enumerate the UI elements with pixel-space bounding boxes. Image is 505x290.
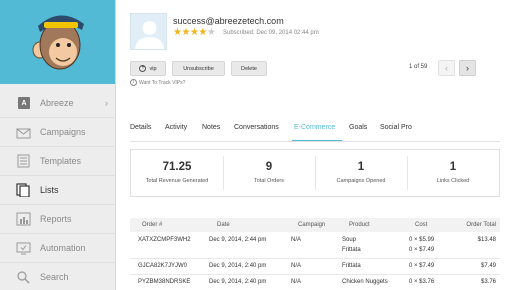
envelope-icon: [16, 128, 31, 139]
order-date: Dec 9, 2014, 2:40 pm: [209, 279, 267, 285]
stat-links-clicked: 1 Links Clicked: [407, 150, 499, 196]
product-cost: 0 × $5.99: [409, 237, 435, 243]
delete-button[interactable]: Delete: [231, 61, 267, 76]
sidebar-item-label: Reports: [40, 214, 72, 224]
star-icon: ★: [181, 27, 190, 38]
subscriber-profile: success@abreezetech.com ★★★★★ Subscribed…: [117, 0, 505, 290]
tab-activity[interactable]: Activity: [165, 124, 187, 131]
vip-label: vip: [149, 65, 157, 72]
sidebar: A Abreeze › Campaigns Templates Lists Re…: [0, 0, 116, 290]
plus-icon: +: [139, 65, 147, 72]
track-vips-label: Want To Track VIPs?: [139, 79, 186, 86]
order-total: $13.48: [477, 237, 496, 243]
order-total: $3.76: [480, 279, 496, 285]
ecommerce-stats: 71.25 Total Revenue Generated 9 Total Or…: [130, 149, 500, 197]
order-campaign: N/A: [291, 263, 302, 269]
stat-label: Total Orders: [254, 178, 284, 184]
monkey-logo-icon: [32, 15, 84, 70]
product-name: Frittata: [342, 263, 361, 269]
chevron-right-icon: ›: [105, 98, 108, 108]
prev-subscriber-button[interactable]: ‹: [438, 60, 455, 76]
sidebar-item-label: Templates: [40, 156, 82, 166]
stat-campaigns-opened: 1 Campaigns Opened: [315, 150, 407, 196]
stat-label: Links Clicked: [436, 178, 470, 184]
unsubscribe-button[interactable]: Unsubscribe: [172, 61, 225, 76]
member-rating: ★★★★★: [173, 27, 216, 38]
template-icon: [17, 154, 30, 168]
product-name: Soup: [342, 237, 357, 243]
stat-revenue: 71.25 Total Revenue Generated: [131, 150, 223, 196]
column-header: Order #: [142, 222, 163, 228]
track-vips-link[interactable]: i Want To Track VIPs?: [130, 79, 185, 86]
default-avatar-icon: [135, 21, 164, 49]
sidebar-item-campaigns[interactable]: Campaigns: [0, 117, 116, 147]
freddie-logo[interactable]: [0, 0, 115, 84]
star-icon: ★: [198, 27, 207, 38]
column-header: Campaign: [298, 222, 326, 228]
stat-label: Campaigns Opened: [336, 178, 386, 184]
sidebar-item-label: Campaigns: [40, 127, 86, 137]
order-number: XATXZCMPF3WH2: [138, 237, 191, 243]
order-date: Dec 9, 2014, 2:40 pm: [209, 263, 267, 269]
stat-orders: 9 Total Orders: [223, 150, 315, 196]
sidebar-item-label: Lists: [40, 185, 59, 195]
sidebar-item-label: Abreeze: [40, 98, 74, 108]
automation-icon: [16, 242, 31, 255]
column-header: Cost: [415, 222, 428, 228]
vip-button[interactable]: + vip: [130, 61, 166, 76]
tab-conversations[interactable]: Conversations: [234, 124, 279, 131]
tab-goals[interactable]: Goals: [349, 124, 367, 131]
product-name: Frittata: [342, 247, 361, 253]
tabs-divider: [130, 141, 500, 142]
stat-label: Total Revenue Generated: [145, 178, 209, 184]
order-number: PYZBM38NDRSKE: [138, 279, 191, 285]
next-subscriber-button[interactable]: ›: [459, 60, 476, 76]
product-name: Chicken Nuggets: [342, 279, 388, 285]
tab-ecommerce[interactable]: E-Commerce: [294, 124, 335, 131]
product-cost: 0 × $3.76: [409, 279, 435, 285]
pager-count: 1 of 59: [409, 64, 428, 70]
column-header: Product: [349, 222, 370, 228]
avatar: [130, 13, 167, 50]
order-number: GJCA82K7JYJW0: [138, 263, 188, 269]
sidebar-item-templates[interactable]: Templates: [0, 146, 116, 176]
tab-social-pro[interactable]: Social Pro: [380, 124, 412, 131]
product-cost: 0 × $7.49: [409, 247, 435, 253]
account-badge: A: [18, 97, 30, 109]
search-icon: [17, 271, 30, 284]
tab-details[interactable]: Details: [130, 124, 151, 131]
stat-value: 1: [449, 161, 457, 173]
order-campaign: N/A: [291, 237, 302, 243]
lists-icon: [16, 183, 30, 197]
stat-value: 1: [357, 161, 365, 173]
sidebar-item-automation[interactable]: Automation: [0, 233, 116, 263]
star-empty-icon: ★: [206, 27, 216, 38]
sidebar-item-label: Search: [40, 272, 69, 282]
column-header: Date: [217, 222, 230, 228]
bar-chart-icon: [16, 212, 31, 226]
sidebar-item-account[interactable]: A Abreeze ›: [0, 88, 116, 118]
stat-value: 71.25: [162, 161, 192, 173]
order-campaign: N/A: [291, 279, 302, 285]
sidebar-item-label: Automation: [40, 243, 86, 253]
table-header: Order # Date Campaign Product Cost Order…: [130, 218, 500, 232]
order-total: $7.49: [480, 263, 496, 269]
product-cost: 0 × $7.49: [409, 263, 435, 269]
sidebar-item-lists[interactable]: Lists: [0, 175, 116, 205]
sidebar-item-reports[interactable]: Reports: [0, 204, 116, 234]
subscriber-email: success@abreezetech.com: [173, 16, 284, 26]
order-date: Dec 9, 2014, 2:44 pm: [209, 237, 267, 243]
stat-value: 9: [265, 161, 273, 173]
subscribed-date: Subscribed: Dec 09, 2014 02:44 pm: [223, 30, 319, 36]
sidebar-item-search[interactable]: Search: [0, 262, 116, 290]
column-header: Order Total: [466, 222, 496, 228]
info-icon: i: [130, 79, 137, 86]
tab-notes[interactable]: Notes: [202, 124, 220, 131]
